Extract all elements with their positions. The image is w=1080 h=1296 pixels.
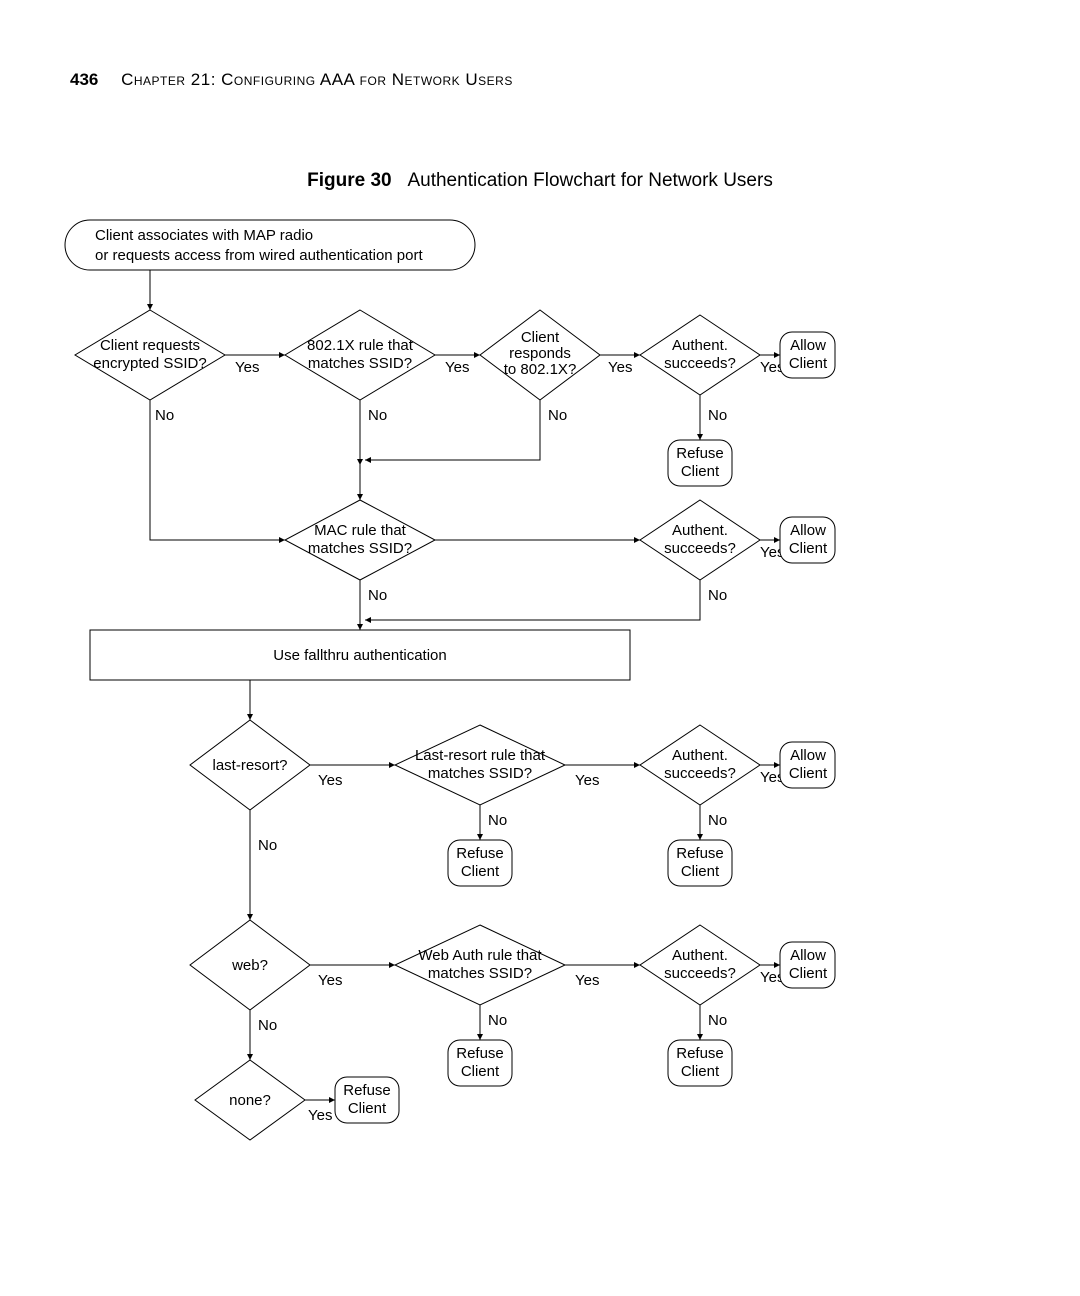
d10: web?: [231, 957, 268, 974]
allow3-l2: Client: [789, 765, 828, 782]
d1-no: No: [155, 407, 174, 424]
allow3-l1: Allow: [790, 747, 826, 764]
d4-no: No: [708, 407, 727, 424]
allow2-l1: Allow: [790, 522, 826, 539]
d8-l1: Last-resort rule that: [415, 747, 546, 764]
figure-caption: Figure 30 Authentication Flowchart for N…: [0, 170, 1080, 192]
d2-l1: 802.1X rule that: [307, 337, 414, 354]
d12-no: No: [708, 1012, 727, 1029]
d6-l1: Authent.: [672, 522, 728, 539]
fallthru: Use fallthru authentication: [273, 647, 446, 664]
refuse11-l1: Refuse: [456, 1045, 504, 1062]
refuse11-l2: Client: [461, 1063, 500, 1080]
d11-no: No: [488, 1012, 507, 1029]
flowchart: Client associates with MAP radio or requ…: [60, 210, 1020, 1210]
d11-l1: Web Auth rule that: [418, 947, 542, 964]
refuse8-l2: Client: [461, 863, 500, 880]
refuse13-l1: Refuse: [343, 1082, 391, 1099]
d13: none?: [229, 1092, 271, 1109]
node-start-l1: Client associates with MAP radio: [95, 227, 313, 244]
refuse9-l1: Refuse: [676, 845, 724, 862]
allow4-l1: Allow: [790, 947, 826, 964]
allow1-l2: Client: [789, 355, 828, 372]
d9-l2: succeeds?: [664, 765, 736, 782]
d8-l2: matches SSID?: [428, 765, 532, 782]
d3-l3: to 802.1X?: [504, 361, 577, 378]
d4-l2: succeeds?: [664, 355, 736, 372]
d10-no: No: [258, 1017, 277, 1034]
refuse9-l2: Client: [681, 863, 720, 880]
d2-yes: Yes: [445, 359, 469, 376]
d6-no: No: [708, 587, 727, 604]
d7: last-resort?: [212, 757, 287, 774]
d7-yes: Yes: [318, 772, 342, 789]
d11-l2: matches SSID?: [428, 965, 532, 982]
refuse12-l2: Client: [681, 1063, 720, 1080]
d1-l1: Client requests: [100, 337, 200, 354]
d12-l2: succeeds?: [664, 965, 736, 982]
figure-label: Figure 30: [307, 170, 391, 191]
d8-no: No: [488, 812, 507, 829]
d8-yes: Yes: [575, 772, 599, 789]
page-header: 436 Chapter 21: Configuring AAA for Netw…: [70, 70, 513, 90]
refuse12-l1: Refuse: [676, 1045, 724, 1062]
d9-no: No: [708, 812, 727, 829]
d7-no: No: [258, 837, 277, 854]
refuse1-l2: Client: [681, 463, 720, 480]
d3-no: No: [548, 407, 567, 424]
d1-yes: Yes: [235, 359, 259, 376]
d5-l2: matches SSID?: [308, 540, 412, 557]
d12-l1: Authent.: [672, 947, 728, 964]
chapter-title: Chapter 21: Configuring AAA for Network …: [121, 70, 513, 89]
d3-yes: Yes: [608, 359, 632, 376]
d4-l1: Authent.: [672, 337, 728, 354]
d9-l1: Authent.: [672, 747, 728, 764]
allow4-l2: Client: [789, 965, 828, 982]
figure-title: Authentication Flowchart for Network Use…: [407, 170, 772, 191]
page-number: 436: [70, 70, 98, 89]
d2-l2: matches SSID?: [308, 355, 412, 372]
d5-no: No: [368, 587, 387, 604]
d13-yes: Yes: [308, 1107, 332, 1124]
node-start-l2: or requests access from wired authentica…: [95, 247, 423, 264]
d3-l2: responds: [509, 345, 571, 362]
d2-no: No: [368, 407, 387, 424]
allow1-l1: Allow: [790, 337, 826, 354]
d11-yes: Yes: [575, 972, 599, 989]
d1-l2: encrypted SSID?: [93, 355, 206, 372]
d10-yes: Yes: [318, 972, 342, 989]
refuse13-l2: Client: [348, 1100, 387, 1117]
allow2-l2: Client: [789, 540, 828, 557]
d3-l1: Client: [521, 329, 560, 346]
d6-l2: succeeds?: [664, 540, 736, 557]
d5-l1: MAC rule that: [314, 522, 407, 539]
refuse8-l1: Refuse: [456, 845, 504, 862]
refuse1-l1: Refuse: [676, 445, 724, 462]
